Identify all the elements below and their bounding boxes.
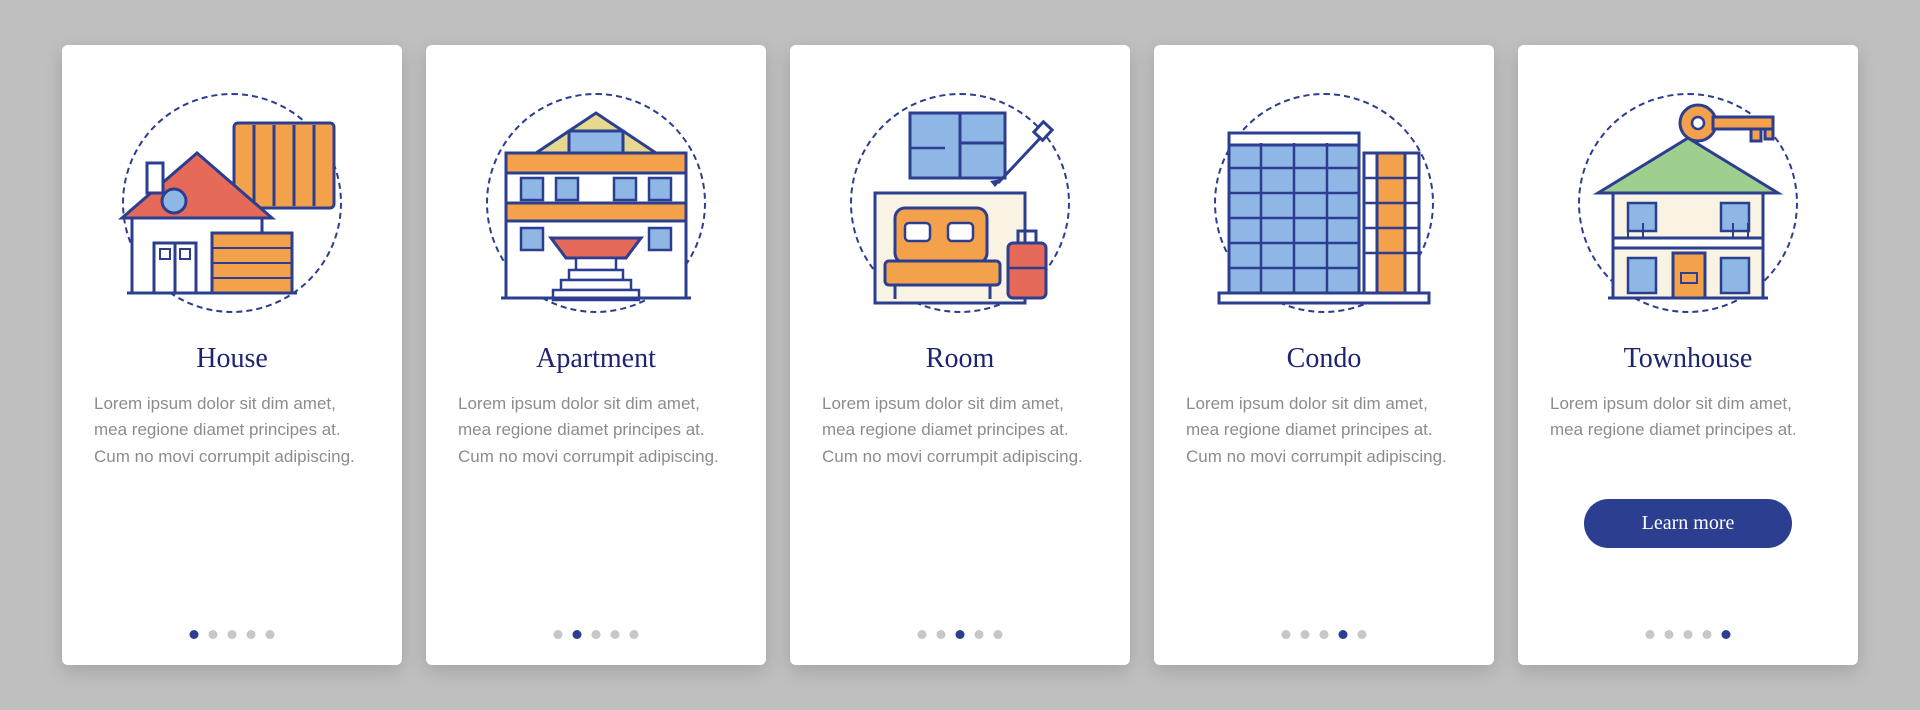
dot-3[interactable]: [1684, 630, 1693, 639]
dot-3[interactable]: [956, 630, 965, 639]
illustration-wrap: [1558, 73, 1818, 333]
dot-1[interactable]: [918, 630, 927, 639]
card-title: Condo: [1287, 343, 1362, 375]
card-title: House: [196, 343, 268, 375]
dot-2[interactable]: [1665, 630, 1674, 639]
illustration-wrap: [466, 73, 726, 333]
pagination-dots: [1646, 630, 1731, 639]
dot-1[interactable]: [1646, 630, 1655, 639]
dot-4[interactable]: [1703, 630, 1712, 639]
dot-5[interactable]: [630, 630, 639, 639]
illustration-wrap: [830, 73, 1090, 333]
onboarding-card-townhouse: Townhouse Lorem ipsum dolor sit dim amet…: [1518, 45, 1858, 665]
room-icon: [850, 93, 1070, 313]
card-title: Townhouse: [1624, 343, 1753, 375]
apartment-icon: [481, 93, 711, 313]
pagination-dots: [190, 630, 275, 639]
card-description: Lorem ipsum dolor sit dim amet, mea regi…: [458, 391, 734, 470]
card-title: Room: [926, 343, 994, 375]
condo-icon: [1209, 93, 1439, 313]
card-description: Lorem ipsum dolor sit dim amet, mea regi…: [1186, 391, 1462, 470]
onboarding-card-condo: Condo Lorem ipsum dolor sit dim amet, me…: [1154, 45, 1494, 665]
dot-3[interactable]: [228, 630, 237, 639]
card-description: Lorem ipsum dolor sit dim amet, mea regi…: [1550, 391, 1826, 475]
dot-2[interactable]: [1301, 630, 1310, 639]
dot-5[interactable]: [1358, 630, 1367, 639]
onboarding-card-house: House Lorem ipsum dolor sit dim amet, me…: [62, 45, 402, 665]
dot-5[interactable]: [994, 630, 1003, 639]
dot-1[interactable]: [554, 630, 563, 639]
card-title: Apartment: [536, 343, 656, 375]
illustration-wrap: [1194, 73, 1454, 333]
dot-2[interactable]: [573, 630, 582, 639]
dot-5[interactable]: [266, 630, 275, 639]
onboarding-card-room: Room Lorem ipsum dolor sit dim amet, mea…: [790, 45, 1130, 665]
illustration-wrap: [102, 73, 362, 333]
learn-more-button[interactable]: Learn more: [1584, 499, 1793, 548]
pagination-dots: [1282, 630, 1367, 639]
dot-4[interactable]: [975, 630, 984, 639]
onboarding-card-apartment: Apartment Lorem ipsum dolor sit dim amet…: [426, 45, 766, 665]
townhouse-icon: [1573, 93, 1803, 313]
dot-3[interactable]: [1320, 630, 1329, 639]
dot-1[interactable]: [1282, 630, 1291, 639]
house-icon: [112, 93, 352, 313]
pagination-dots: [554, 630, 639, 639]
dot-2[interactable]: [209, 630, 218, 639]
pagination-dots: [918, 630, 1003, 639]
dot-3[interactable]: [592, 630, 601, 639]
card-description: Lorem ipsum dolor sit dim amet, mea regi…: [94, 391, 370, 470]
dot-4[interactable]: [247, 630, 256, 639]
card-description: Lorem ipsum dolor sit dim amet, mea regi…: [822, 391, 1098, 470]
dot-1[interactable]: [190, 630, 199, 639]
dot-4[interactable]: [1339, 630, 1348, 639]
dot-4[interactable]: [611, 630, 620, 639]
dot-5[interactable]: [1722, 630, 1731, 639]
dot-2[interactable]: [937, 630, 946, 639]
